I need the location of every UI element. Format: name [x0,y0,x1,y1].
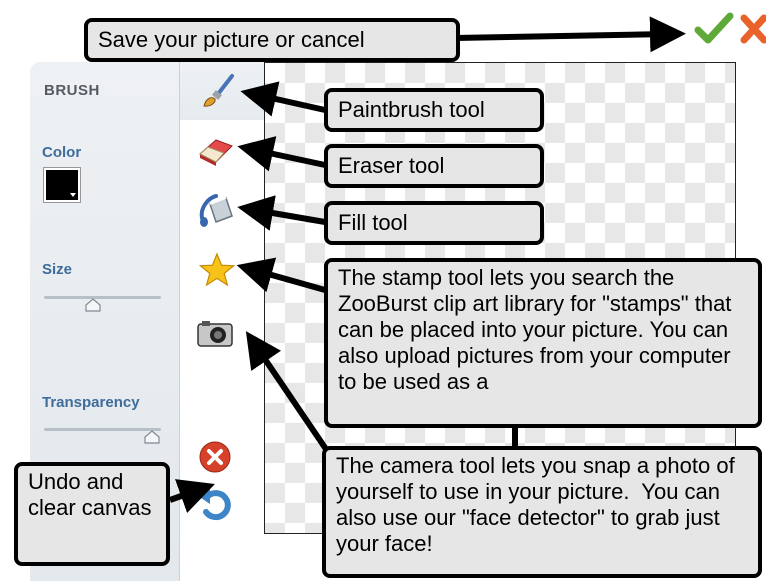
callout-fill: Fill tool [324,201,544,245]
arrow-fill [237,195,326,231]
callout-undo: Undo and clear canvas [14,462,170,566]
callout-save: Save your picture or cancel [84,18,460,62]
arrow-save [454,16,686,53]
arrow-paintbrush [240,81,326,117]
arrow-eraser [237,136,326,172]
callout-stamp: The stamp tool lets you search the ZooBu… [324,258,762,428]
callout-camera: The camera tool lets you snap a photo of… [322,446,762,578]
callout-eraser: Eraser tool [324,144,544,188]
arrow-undo [168,479,215,514]
arrow-camera [245,331,333,457]
callout-paintbrush: Paintbrush tool [324,88,544,132]
arrow-stamp [236,257,326,293]
